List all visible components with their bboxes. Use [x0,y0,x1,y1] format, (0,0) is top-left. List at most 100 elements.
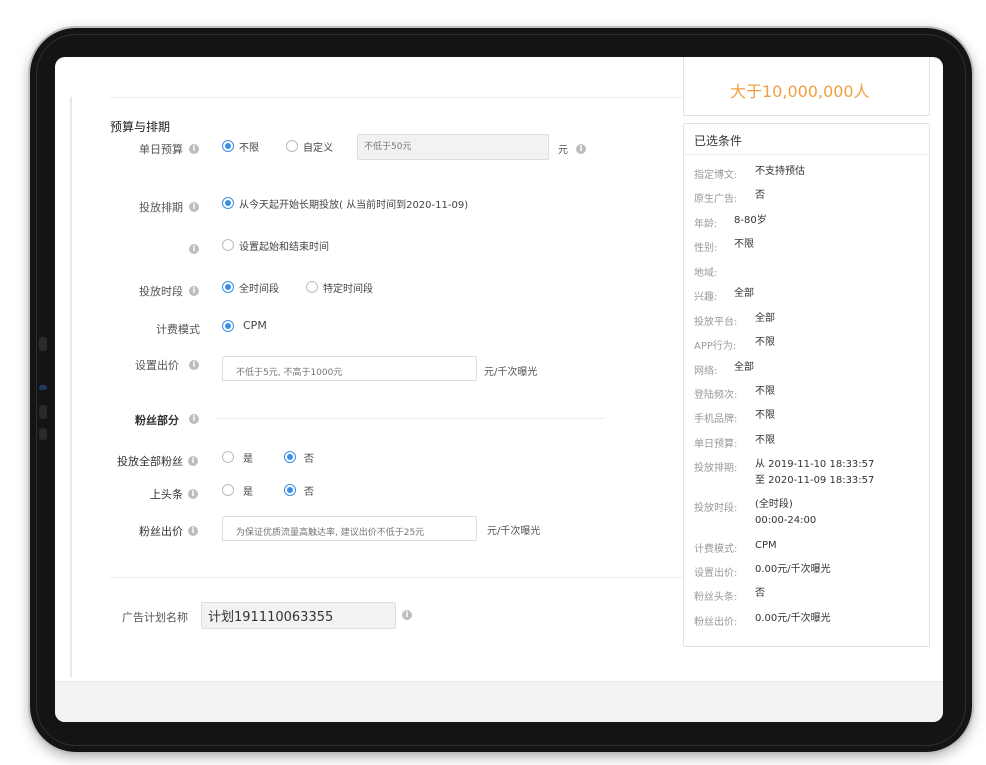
schedule-label: 投放排期 [139,201,183,214]
headline-yes-radio[interactable] [222,484,234,496]
budget-custom-radio[interactable] [286,140,298,152]
summary-key: 原生广告: [694,194,738,205]
time-specific-radio[interactable] [306,281,318,293]
summary-key: 粉丝出价: [694,617,738,628]
summary-value: 否 [755,190,765,201]
daily-budget-info-icon[interactable]: i [189,144,199,154]
section-fans-title: 粉丝部分 [135,414,179,427]
time-slot-info-icon[interactable]: i [189,286,199,296]
side-sensor [39,385,47,390]
all-fans-yes-label[interactable]: 是 [243,450,253,465]
schedule-long-term-radio[interactable] [222,197,234,209]
bid-input[interactable] [222,356,477,381]
time-all-radio[interactable] [222,281,234,293]
selected-conditions-title: 已选条件 [694,134,743,148]
summary-key: 登陆频次: [694,390,738,401]
summary-divider [684,154,929,155]
fans-section-info-icon[interactable]: i [189,414,199,424]
summary-key: 兴趣: [694,292,718,303]
left-sidebar-edge [70,97,72,677]
plan-divider [110,577,683,578]
headline-no-radio[interactable] [284,484,296,496]
audience-estimate-text: 大于10,000,000人 [730,82,870,101]
headline-no-label[interactable]: 否 [304,483,314,498]
budget-amount-input[interactable] [357,134,549,160]
headline-info-icon[interactable]: i [188,489,198,499]
summary-key: 手机品牌: [694,414,738,425]
screen: 预算与排期 单日预算 i 不限 自定义 元 i 投放排期 i 从今天起开始长期投… [55,57,943,722]
budget-unlimited-label[interactable]: 不限 [239,139,259,154]
summary-value: 全部 [755,313,775,324]
summary-key: 计费模式: [694,544,738,555]
plan-name-label: 广告计划名称 [122,611,188,624]
daily-budget-label: 单日预算 [139,143,183,156]
summary-value: 不限 [755,410,775,421]
summary-key: 设置出价: [694,568,738,579]
side-camera [39,337,47,351]
summary-value: 全部 [734,288,754,299]
summary-key: 性别: [694,243,718,254]
billing-cpm-label[interactable]: CPM [243,319,267,332]
summary-key: 投放时段: [694,503,738,514]
audience-estimate-card: 大于10,000,000人 [683,57,930,116]
fans-section-divider [215,418,605,419]
summary-value: CPM [755,540,777,551]
budget-unlimited-radio[interactable] [222,140,234,152]
summary-key: 地域: [694,268,718,279]
budget-unit: 元 [558,145,568,156]
all-fans-no-label[interactable]: 否 [304,450,314,465]
summary-value: 不限 [755,337,775,348]
budget-unit-info-icon[interactable]: i [576,144,586,154]
all-fans-label: 投放全部粉丝 [117,455,183,468]
budget-custom-label[interactable]: 自定义 [303,139,333,154]
top-divider [110,97,685,98]
schedule-custom-label[interactable]: 设置起始和结束时间 [239,238,329,253]
summary-value: 不限 [734,239,754,250]
bid-label: 设置出价 [135,359,179,372]
summary-key: 网络: [694,366,718,377]
summary-value: 不限 [755,435,775,446]
summary-value: 否 [755,588,765,599]
schedule-custom-radio[interactable] [222,239,234,251]
time-specific-label[interactable]: 特定时间段 [323,280,373,295]
summary-key: APP行为: [694,341,737,352]
all-fans-info-icon[interactable]: i [188,456,198,466]
selected-conditions-panel: 已选条件 指定博文: 不支持预估 原生广告: 否 年龄: 8-80岁 性别: 不… [683,123,930,647]
billing-cpm-radio[interactable] [222,320,234,332]
bid-unit: 元/千次曝光 [484,367,538,378]
summary-value-line2: 00:00-24:00 [755,515,817,526]
fans-bid-info-icon[interactable]: i [188,526,198,536]
summary-key: 单日预算: [694,439,738,450]
schedule-long-term-label[interactable]: 从今天起开始长期投放( 从当前时间到2020-11-09) [239,196,468,211]
summary-value: 不支持预估 [755,166,805,177]
fans-bid-input[interactable] [222,516,477,541]
all-fans-no-radio[interactable] [284,451,296,463]
time-slot-label: 投放时段 [139,285,183,298]
time-all-label[interactable]: 全时间段 [239,280,279,295]
summary-value: 0.00元/千次曝光 [755,564,831,575]
summary-value: 从 2019-11-10 18:33:57 [755,459,875,470]
schedule-custom-info-icon[interactable]: i [189,244,199,254]
summary-key: 年龄: [694,219,718,230]
plan-name-info-icon[interactable]: i [402,610,412,620]
summary-key: 投放平台: [694,317,738,328]
summary-value-line2: 至 2020-11-09 18:33:57 [755,475,875,486]
bottom-bar [55,681,943,722]
side-button [39,405,47,419]
summary-value: 8-80岁 [734,215,767,226]
summary-value: 0.00元/千次曝光 [755,613,831,624]
side-button-2 [39,428,47,440]
plan-name-input[interactable] [201,602,396,629]
bid-info-icon[interactable]: i [189,360,199,370]
fans-bid-label: 粉丝出价 [139,525,183,538]
all-fans-yes-radio[interactable] [222,451,234,463]
schedule-info-icon[interactable]: i [189,202,199,212]
summary-value: 全部 [734,362,754,373]
headline-label: 上头条 [150,488,183,501]
summary-key: 粉丝头条: [694,592,738,603]
summary-value: (全时段) [755,499,793,510]
section-budget-title: 预算与排期 [110,120,171,134]
summary-value: 不限 [755,386,775,397]
summary-key: 投放排期: [694,463,738,474]
headline-yes-label[interactable]: 是 [243,483,253,498]
